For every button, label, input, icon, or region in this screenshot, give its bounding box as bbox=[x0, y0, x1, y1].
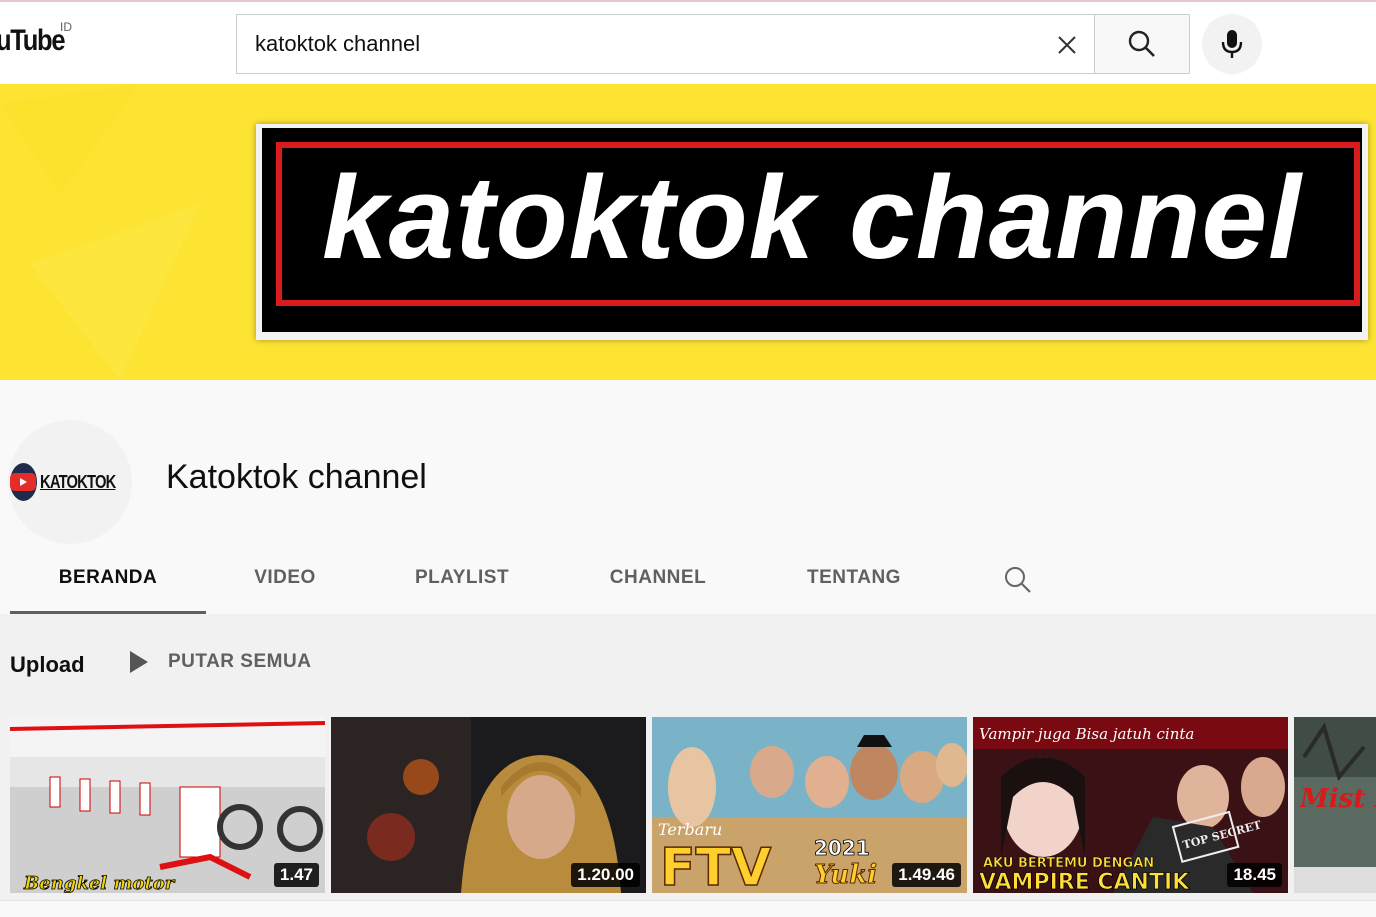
play-icon bbox=[10, 473, 37, 491]
search-box bbox=[236, 14, 1096, 74]
channel-tabs: BERANDA VIDEO PLAYLIST CHANNEL TENTANG bbox=[10, 542, 952, 614]
tab-playlist[interactable]: PLAYLIST bbox=[364, 542, 560, 614]
svg-text:Bengkel motor: Bengkel motor bbox=[23, 873, 176, 893]
svg-text:Mist KK: Mist KK bbox=[1299, 784, 1376, 814]
tab-channel[interactable]: CHANNEL bbox=[560, 542, 756, 614]
svg-text:VAMPIRE CANTIK: VAMPIRE CANTIK bbox=[979, 870, 1190, 893]
svg-text:Yuki: Yuki bbox=[814, 860, 877, 890]
svg-text:2021: 2021 bbox=[814, 836, 870, 860]
channel-name: Katoktok channel bbox=[166, 458, 427, 496]
channel-banner: katoktok channel bbox=[0, 84, 1376, 380]
tab-beranda[interactable]: BERANDA bbox=[10, 542, 206, 614]
youtube-logo[interactable]: uTube bbox=[0, 24, 66, 58]
video-thumbnail[interactable]: 1.20.00 bbox=[331, 717, 646, 893]
channel-header: KATOKTOK Katoktok channel BERANDA VIDEO … bbox=[0, 380, 1376, 614]
search-icon bbox=[1005, 567, 1031, 593]
avatar-label: KATOKTOK bbox=[39, 471, 116, 492]
tab-video[interactable]: VIDEO bbox=[206, 542, 364, 614]
search-button[interactable] bbox=[1094, 14, 1190, 74]
svg-text:AKU BERTEMU DENGAN: AKU BERTEMU DENGAN bbox=[983, 856, 1154, 871]
banner-logo-background: katoktok channel bbox=[262, 128, 1362, 332]
svg-text:FTV: FTV bbox=[660, 838, 771, 893]
svg-text:Vampir juga Bisa jatuh cinta: Vampir juga Bisa jatuh cinta bbox=[979, 725, 1194, 743]
search-icon bbox=[1128, 30, 1155, 57]
shelf-title[interactable]: Upload bbox=[10, 652, 85, 678]
uploads-shelf: Upload PUTAR SEMUA Bengkel motor 1.47 1.… bbox=[0, 614, 1376, 917]
thumbnail-image-mist: Mist KK bbox=[1294, 717, 1376, 893]
banner-title: katoktok channel bbox=[322, 152, 1302, 284]
banner-logo-frame: katoktok channel bbox=[256, 124, 1368, 340]
channel-avatar[interactable]: KATOKTOK bbox=[8, 420, 132, 544]
video-thumbnail[interactable]: Bengkel motor 1.47 bbox=[10, 717, 325, 893]
video-duration: 18.45 bbox=[1227, 863, 1282, 887]
voice-search-button[interactable] bbox=[1202, 14, 1262, 74]
close-icon bbox=[1058, 36, 1076, 54]
video-thumbnail[interactable]: Mist KK bbox=[1294, 717, 1376, 893]
next-shelf-edge bbox=[0, 900, 1376, 917]
video-duration: 1.49.46 bbox=[892, 863, 961, 887]
video-duration: 1.20.00 bbox=[571, 863, 640, 887]
video-thumbnail[interactable]: TOP SECRET Vampir juga Bisa jatuh cinta … bbox=[973, 717, 1288, 893]
microphone-icon bbox=[1221, 30, 1243, 58]
region-code: ID bbox=[60, 20, 72, 34]
play-icon bbox=[130, 651, 148, 673]
search-input[interactable] bbox=[255, 15, 1035, 73]
play-all-label: PUTAR SEMUA bbox=[168, 651, 312, 672]
channel-search-button[interactable] bbox=[1000, 562, 1036, 598]
clear-search-button[interactable] bbox=[1050, 28, 1084, 62]
svg-text:Terbaru: Terbaru bbox=[658, 820, 722, 839]
masthead: uTube ID bbox=[0, 0, 1376, 84]
avatar-play-badge bbox=[10, 463, 37, 501]
video-thumbnail[interactable]: Terbaru FTV 2021 Yuki 1.49.46 bbox=[652, 717, 967, 893]
tab-tentang[interactable]: TENTANG bbox=[756, 542, 952, 614]
play-all-button[interactable]: PUTAR SEMUA bbox=[128, 650, 311, 674]
video-duration: 1.47 bbox=[273, 863, 319, 887]
